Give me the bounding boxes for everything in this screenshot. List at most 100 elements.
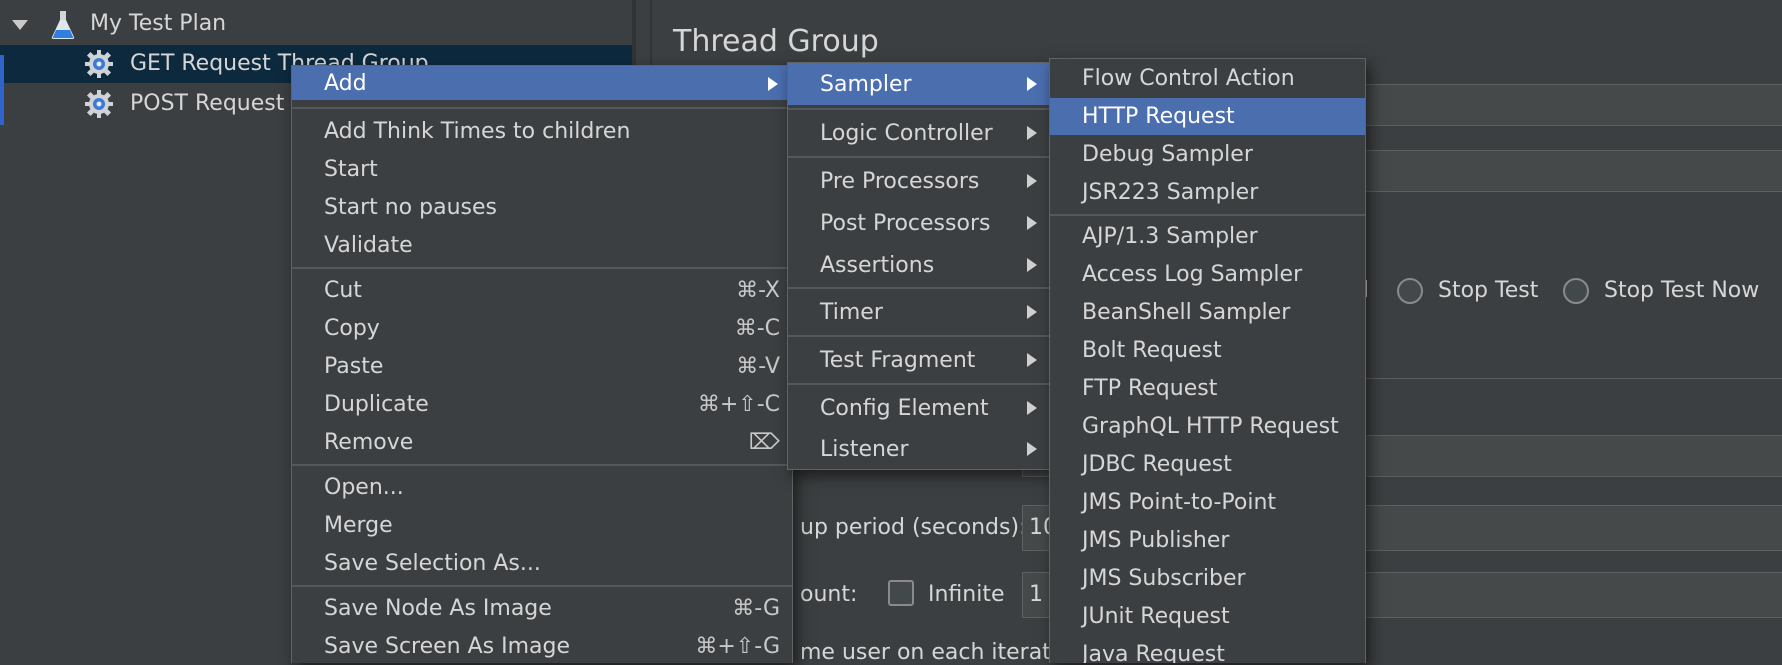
menu-item-label: Start no pauses <box>324 195 497 220</box>
menu-separator <box>292 267 792 269</box>
menu-item-label: Add Think Times to children <box>324 119 631 144</box>
menu-separator <box>1050 214 1365 216</box>
menu-item-label: BeanShell Sampler <box>1082 300 1291 325</box>
stop-test-radio[interactable] <box>1397 278 1423 304</box>
menu-separator <box>788 335 1051 337</box>
menu-item-save-node-as-image[interactable]: Save Node As Image ⌘-G <box>292 591 792 625</box>
menu-item-open[interactable]: Open... <box>292 470 792 504</box>
menu-item-debug-sampler[interactable]: Debug Sampler <box>1050 136 1365 173</box>
menu-item-label: Cut <box>324 278 362 303</box>
menu-item-duplicate[interactable]: Duplicate ⌘+⇧-C <box>292 387 792 421</box>
submenu-arrow-icon <box>1027 258 1037 272</box>
menu-item-add[interactable]: Add <box>292 66 792 100</box>
menu-item-jms-publisher[interactable]: JMS Publisher <box>1050 522 1365 559</box>
menu-item-label: Save Node As Image <box>324 596 552 621</box>
tree-node-label: My Test Plan <box>90 11 227 36</box>
menu-item-add-think-times[interactable]: Add Think Times to children <box>292 114 792 148</box>
sampler-submenu: Flow Control Action HTTP Request Debug S… <box>1049 58 1366 663</box>
editor-title: Thread Group <box>673 24 879 59</box>
test-plan-flask-icon <box>51 11 75 39</box>
menu-item-java-request[interactable]: Java Request <box>1050 636 1365 663</box>
submenu-arrow-icon <box>1027 353 1037 367</box>
menu-item-label: Test Fragment <box>820 348 976 373</box>
menu-item-logic-controller[interactable]: Logic Controller <box>788 113 1051 153</box>
menu-separator <box>788 383 1051 385</box>
menu-separator <box>292 585 792 587</box>
menu-item-config-element[interactable]: Config Element <box>788 388 1051 428</box>
menu-item-assertions[interactable]: Assertions <box>788 246 1051 284</box>
menu-item-paste[interactable]: Paste ⌘-V <box>292 349 792 383</box>
menu-item-jms-subscriber[interactable]: JMS Subscriber <box>1050 560 1365 597</box>
menu-item-label: Flow Control Action <box>1082 66 1295 91</box>
menu-item-label: Duplicate <box>324 392 429 417</box>
menu-item-timer[interactable]: Timer <box>788 292 1051 332</box>
menu-item-test-fragment[interactable]: Test Fragment <box>788 340 1051 380</box>
menu-item-save-screen-as-image[interactable]: Save Screen As Image ⌘+⇧-G <box>292 629 792 663</box>
menu-item-access-log-sampler[interactable]: Access Log Sampler <box>1050 256 1365 293</box>
menu-item-flow-control-action[interactable]: Flow Control Action <box>1050 60 1365 97</box>
menu-separator <box>788 108 1051 110</box>
menu-item-label: Merge <box>324 513 393 538</box>
menu-item-bolt-request[interactable]: Bolt Request <box>1050 332 1365 369</box>
menu-item-sampler[interactable]: Sampler <box>788 63 1051 105</box>
submenu-arrow-icon <box>768 77 778 91</box>
menu-item-validate[interactable]: Validate <box>292 228 792 262</box>
menu-item-jms-point-to-point[interactable]: JMS Point-to-Point <box>1050 484 1365 521</box>
infinite-label: Infinite <box>928 582 1005 607</box>
menu-item-label: Listener <box>820 437 909 462</box>
menu-item-beanshell-sampler[interactable]: BeanShell Sampler <box>1050 294 1365 331</box>
shortcut-text: ⌘-C <box>734 316 780 341</box>
menu-item-http-request[interactable]: HTTP Request <box>1050 98 1365 135</box>
menu-item-label: JDBC Request <box>1082 452 1232 477</box>
menu-item-start[interactable]: Start <box>292 152 792 186</box>
shortcut-text: ⌘+⇧-C <box>697 392 780 417</box>
infinite-checkbox[interactable] <box>888 580 914 606</box>
stop-test-label: Stop Test <box>1438 278 1539 303</box>
shortcut-text: ⌘-V <box>736 354 780 379</box>
menu-item-label: Save Selection As... <box>324 551 541 576</box>
menu-item-label: JSR223 Sampler <box>1082 180 1259 205</box>
expand-triangle-icon[interactable] <box>12 20 28 30</box>
menu-item-listener[interactable]: Listener <box>788 429 1051 469</box>
menu-item-label: Assertions <box>820 253 935 278</box>
menu-item-label: Open... <box>324 475 404 500</box>
menu-item-label: Logic Controller <box>820 121 993 146</box>
menu-item-jsr223-sampler[interactable]: JSR223 Sampler <box>1050 174 1365 211</box>
menu-item-jdbc-request[interactable]: JDBC Request <box>1050 446 1365 483</box>
menu-item-label: Config Element <box>820 396 989 421</box>
menu-item-graphql-http-request[interactable]: GraphQL HTTP Request <box>1050 408 1365 445</box>
selection-marker <box>0 55 4 125</box>
menu-item-copy[interactable]: Copy ⌘-C <box>292 311 792 345</box>
menu-item-label: Access Log Sampler <box>1082 262 1303 287</box>
submenu-arrow-icon <box>1027 442 1037 456</box>
menu-item-label: Paste <box>324 354 384 379</box>
menu-item-post-processors[interactable]: Post Processors <box>788 204 1051 242</box>
submenu-arrow-icon <box>1027 126 1037 140</box>
menu-item-pre-processors[interactable]: Pre Processors <box>788 162 1051 200</box>
menu-item-cut[interactable]: Cut ⌘-X <box>292 273 792 307</box>
shortcut-text: ⌘-X <box>736 278 780 303</box>
tree-node-test-plan[interactable]: My Test Plan <box>0 5 632 43</box>
rampup-label: up period (seconds): <box>800 515 1027 540</box>
menu-item-remove[interactable]: Remove ⌦ <box>292 425 792 459</box>
stop-test-now-label: Stop Test Now <box>1604 278 1760 303</box>
menu-item-ajp-sampler[interactable]: AJP/1.3 Sampler <box>1050 218 1365 255</box>
menu-item-start-no-pauses[interactable]: Start no pauses <box>292 190 792 224</box>
thread-group-gear-icon <box>85 90 113 118</box>
submenu-arrow-icon <box>1027 305 1037 319</box>
menu-item-merge[interactable]: Merge <box>292 508 792 542</box>
thread-group-gear-icon <box>85 50 113 78</box>
menu-separator <box>292 464 792 466</box>
stop-test-now-radio[interactable] <box>1563 278 1589 304</box>
shortcut-text: ⌘-G <box>732 596 780 621</box>
menu-item-label: Copy <box>324 316 380 341</box>
menu-item-save-selection-as[interactable]: Save Selection As... <box>292 546 792 580</box>
menu-separator <box>788 287 1051 289</box>
delete-key-icon: ⌦ <box>748 430 780 455</box>
menu-item-junit-request[interactable]: JUnit Request <box>1050 598 1365 635</box>
menu-item-ftp-request[interactable]: FTP Request <box>1050 370 1365 407</box>
menu-item-label: Remove <box>324 430 414 455</box>
submenu-arrow-icon <box>1027 174 1037 188</box>
menu-item-label: Post Processors <box>820 211 991 236</box>
submenu-arrow-icon <box>1027 77 1037 91</box>
